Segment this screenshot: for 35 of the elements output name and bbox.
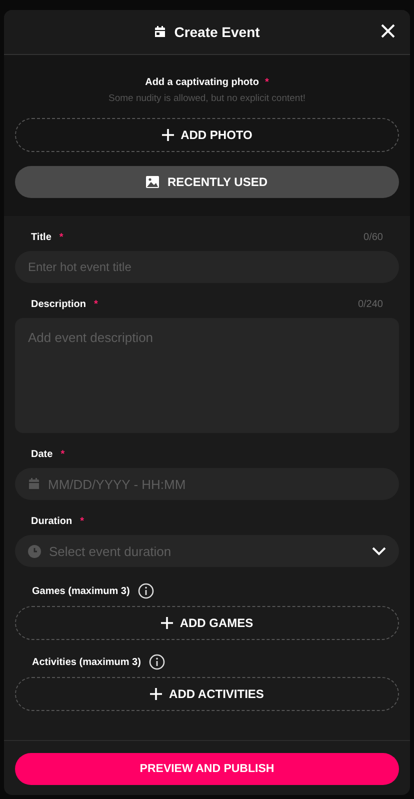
field-label: Title [31,232,52,243]
section-label: Games (maximum 3) [32,586,130,596]
required-mark: * [60,449,65,460]
description-input-field[interactable]: Add event description [15,318,399,433]
info-icon[interactable] [148,654,165,670]
character-counter: 0/60 [364,232,383,243]
photo-hint: Some nudity is allowed, but no explicit content! [108,93,306,104]
plus-icon [150,688,162,700]
field-label: Date [31,449,53,460]
section-label: Activities (maximum 3) [32,656,141,668]
plus-icon [162,129,174,141]
character-counter: 0/240 [358,299,383,310]
calendar-icon [28,478,40,490]
calendar-icon [154,26,166,38]
clock-icon [28,544,41,558]
close-button[interactable] [380,23,396,39]
image-icon [146,176,160,188]
dialog-title: Create Event [174,24,260,40]
field-label: Description [31,299,86,310]
add-item-button[interactable]: ADD GAMES [15,606,399,640]
required-mark: * [94,299,98,310]
required-mark: * [59,232,64,243]
publish-button[interactable]: PREVIEW AND PUBLISH [15,753,399,785]
add-photo-button[interactable]: ADD PHOTO [15,118,399,152]
info-icon[interactable] [138,583,154,599]
add-item-button[interactable]: ADD ACTIVITIES [15,677,399,711]
title-input-field[interactable]: Enter hot event title [15,251,399,283]
close-icon [380,23,396,39]
photo-label: Add a captivating photo [145,77,259,88]
required-mark: * [80,516,84,527]
field-label: Duration [31,516,72,527]
recently-used-button[interactable]: RECENTLY USED [15,166,399,198]
plus-icon [160,617,173,629]
chevron-down-icon [372,546,386,556]
required-mark: * [264,77,269,88]
